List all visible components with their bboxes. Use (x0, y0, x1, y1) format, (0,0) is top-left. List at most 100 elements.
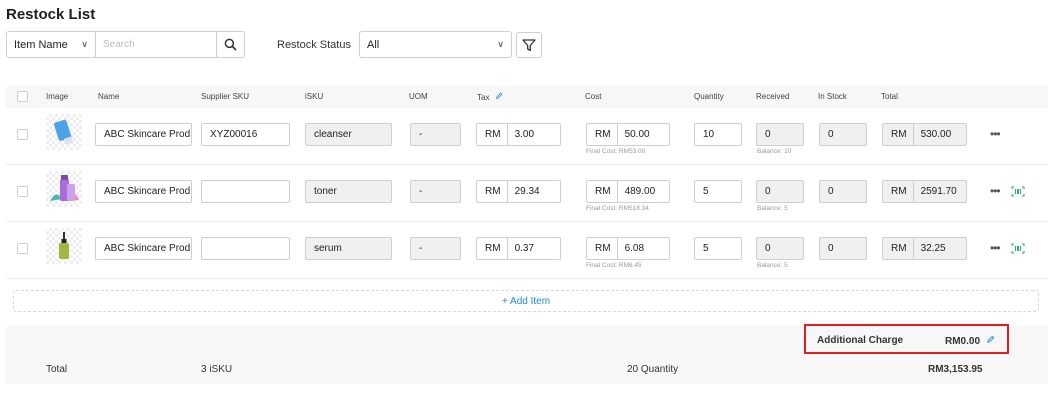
currency-prefix: RM (891, 243, 907, 254)
cost-value: 50.00 (624, 129, 650, 140)
supplier-sku-input[interactable]: XYZ00016 (201, 123, 290, 146)
additional-charge-amount: RM0.00 (945, 336, 981, 347)
total-field: RM 32.25 (882, 237, 967, 260)
footer-total-label: Total (46, 364, 68, 375)
received-field: 0 (756, 180, 804, 203)
cost-value: 489.00 (624, 186, 656, 197)
filter-bar: Item Name ∨ Search Restock Status All ∨ (6, 31, 542, 58)
edit-tax-icon[interactable] (495, 92, 503, 100)
chevron-down-icon: ∨ (497, 39, 504, 49)
col-received: Received (756, 92, 790, 101)
additional-charge-label: Additional Charge (817, 335, 904, 346)
total-field: RM 2591.70 (882, 180, 967, 203)
edit-charge-icon[interactable] (986, 335, 995, 344)
total-value: 530.00 (920, 129, 952, 140)
col-image: Image (46, 92, 69, 101)
cost-input[interactable]: RM 489.00 (586, 180, 670, 203)
currency-prefix: RM (595, 243, 611, 254)
currency-prefix: RM (595, 186, 611, 197)
filter-button[interactable] (515, 31, 542, 58)
col-uom: UOM (409, 92, 428, 101)
col-quantity: Quantity (694, 92, 724, 101)
search-button[interactable] (217, 31, 245, 58)
toner-product-icon (50, 175, 79, 201)
col-tax: Tax (477, 92, 503, 102)
currency-prefix: RM (485, 129, 501, 140)
currency-prefix: RM (485, 243, 501, 254)
in-stock-field: 0 (819, 237, 867, 260)
serum-bottle-icon (59, 232, 69, 259)
tax-value: 0.37 (514, 243, 535, 254)
in-stock-field: 0 (819, 180, 867, 203)
uom-field: - (410, 123, 461, 146)
page-title: Restock List (6, 6, 96, 23)
more-actions-icon[interactable]: ••• (990, 127, 1001, 141)
product-image (46, 114, 82, 150)
footer-grand-total: RM3,153.95 (928, 364, 983, 375)
more-actions-icon[interactable]: ••• (990, 184, 1001, 198)
received-field: 0 (756, 123, 804, 146)
tax-input[interactable]: RM 3.00 (476, 123, 561, 146)
received-field: 0 (756, 237, 804, 260)
barcode-scan-icon[interactable] (1011, 186, 1025, 197)
add-item-button[interactable]: + Add Item (13, 290, 1039, 312)
table-header: Image Name Supplier SKU iSKU UOM Tax Cos… (6, 86, 1048, 108)
quantity-input[interactable]: 10 (694, 123, 742, 146)
currency-prefix: RM (891, 186, 907, 197)
row-checkbox[interactable] (17, 243, 28, 254)
quantity-input[interactable]: 5 (694, 180, 742, 203)
quantity-input[interactable]: 5 (694, 237, 742, 260)
balance-note: Balance: 5 (757, 205, 788, 212)
final-cost-note: Final Cost: RM53.00 (586, 148, 646, 155)
col-cost: Cost (585, 92, 602, 101)
cost-value: 6.08 (624, 243, 645, 254)
restock-status-label: Restock Status (277, 38, 351, 51)
tax-value: 3.00 (514, 129, 535, 140)
final-cost-note: Final Cost: RM518.34 (586, 205, 649, 212)
additional-charge-value[interactable]: RM0.00 (945, 335, 995, 347)
total-value: 2591.70 (920, 186, 957, 197)
table-row: ABC Skincare Prod toner - RM 29.34 RM 489.… (6, 165, 1048, 222)
currency-prefix: RM (891, 129, 907, 140)
isku-field: serum (305, 237, 392, 260)
balance-note: Balance: 10 (757, 148, 792, 155)
isku-field: toner (305, 180, 392, 203)
footer-isku-count: 3 iSKU (201, 364, 233, 375)
restock-status-value: All (366, 38, 380, 51)
item-name-field[interactable]: ABC Skincare Prod (95, 180, 192, 203)
in-stock-field: 0 (819, 123, 867, 146)
col-in-stock: In Stock (818, 92, 847, 101)
row-checkbox[interactable] (17, 129, 28, 140)
select-all-checkbox[interactable] (17, 91, 28, 102)
tax-value: 29.34 (514, 186, 540, 197)
item-name-field[interactable]: ABC Skincare Prod (95, 123, 192, 146)
supplier-sku-input[interactable] (201, 180, 290, 203)
filter-icon (522, 38, 536, 51)
col-name: Name (98, 92, 120, 101)
barcode-scan-icon[interactable] (1011, 243, 1025, 254)
tax-input[interactable]: RM 29.34 (476, 180, 561, 203)
item-name-field[interactable]: ABC Skincare Prod (95, 237, 192, 260)
uom-field: - (410, 237, 461, 260)
cost-input[interactable]: RM 6.08 (586, 237, 670, 260)
search-field-select[interactable]: Item Name ∨ (6, 31, 96, 58)
product-image (46, 171, 82, 207)
balance-note: Balance: 5 (757, 262, 788, 269)
currency-prefix: RM (595, 129, 611, 140)
tax-input[interactable]: RM 0.37 (476, 237, 561, 260)
col-supplier-sku: Supplier SKU (201, 92, 250, 101)
summary-footer: Additional Charge RM0.00 Total 3 iSKU 20… (6, 324, 1048, 384)
search-input[interactable]: Search (96, 31, 217, 58)
more-actions-icon[interactable]: ••• (990, 241, 1001, 255)
product-image (46, 228, 82, 264)
row-checkbox[interactable] (17, 186, 28, 197)
total-value: 32.25 (920, 243, 946, 254)
restock-status-select[interactable]: All ∨ (358, 31, 512, 58)
supplier-sku-input[interactable] (201, 237, 290, 260)
isku-field: cleanser (305, 123, 392, 146)
uom-field: - (410, 180, 461, 203)
cost-input[interactable]: RM 50.00 (586, 123, 670, 146)
table-row: ABC Skincare Prod XYZ00016 cleanser - RM… (6, 108, 1048, 165)
final-cost-note: Final Cost: RM6.45 (586, 262, 642, 269)
search-icon (224, 38, 237, 51)
